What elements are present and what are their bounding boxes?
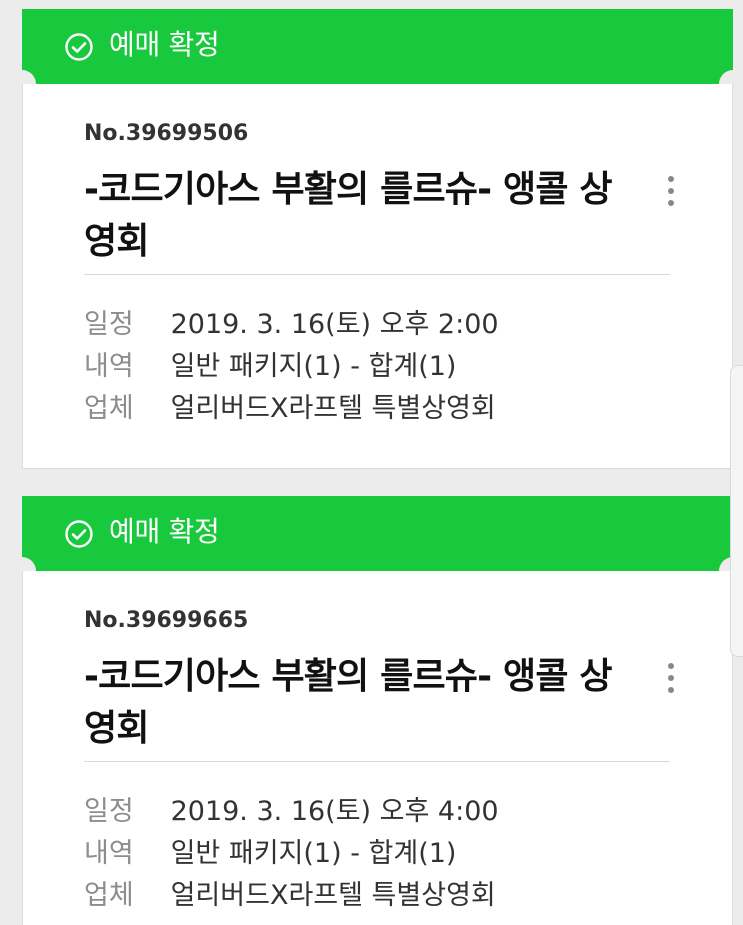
vendor-value: 얼리버드X라프텔 특별상영회 xyxy=(170,880,496,911)
details-label: 내역 xyxy=(84,351,134,382)
reservation-card[interactable]: 예매 확정 No.39699665 -코드기아스 부활의 를르슈- 앵콜 상영회… xyxy=(8,496,743,925)
check-circle-icon xyxy=(65,33,93,61)
more-dot-3 xyxy=(668,687,674,693)
schedule-label: 일정 xyxy=(84,309,134,340)
vendor-label: 업체 xyxy=(84,393,134,424)
reservation-number: No.39699506 xyxy=(84,121,249,146)
schedule-value: 2019. 3. 16(토) 오후 2:00 xyxy=(170,309,499,340)
schedule-label: 일정 xyxy=(84,796,134,827)
title-divider xyxy=(84,761,670,762)
details-row: 내역 일반 패키지(1) - 합계(1) xyxy=(84,346,499,388)
details-row: 내역 일반 패키지(1) - 합계(1) xyxy=(84,833,499,875)
reservation-number: No.39699665 xyxy=(84,608,249,633)
more-vertical-icon[interactable] xyxy=(666,663,676,695)
schedule-row: 일정 2019. 3. 16(토) 오후 2:00 xyxy=(84,304,499,346)
vendor-row: 업체 얼리버드X라프텔 특별상영회 xyxy=(84,875,499,917)
vendor-value: 얼리버드X라프텔 특별상영회 xyxy=(170,393,496,424)
event-title: -코드기아스 부활의 를르슈- 앵콜 상영회 xyxy=(84,169,613,262)
details-value: 일반 패키지(1) - 합계(1) xyxy=(170,351,457,382)
more-dot-1 xyxy=(668,663,674,669)
more-vertical-icon[interactable] xyxy=(666,176,676,208)
reservation-status-label: 예매 확정 xyxy=(109,515,220,548)
reservation-info-list: 일정 2019. 3. 16(토) 오후 2:00 내역 일반 패키지(1) -… xyxy=(84,304,499,430)
details-value: 일반 패키지(1) - 합계(1) xyxy=(170,838,457,869)
title-divider xyxy=(84,274,670,275)
check-circle-icon xyxy=(65,520,93,548)
reservation-status-label: 예매 확정 xyxy=(109,28,220,61)
reservation-status-header: 예매 확정 xyxy=(8,9,743,98)
vendor-label: 업체 xyxy=(84,880,134,911)
schedule-row: 일정 2019. 3. 16(토) 오후 4:00 xyxy=(84,791,499,833)
schedule-value: 2019. 3. 16(토) 오후 4:00 xyxy=(170,796,499,827)
details-label: 내역 xyxy=(84,838,134,869)
more-dot-1 xyxy=(668,176,674,182)
reservation-info-list: 일정 2019. 3. 16(토) 오후 4:00 내역 일반 패키지(1) -… xyxy=(84,791,499,917)
reservation-status-header: 예매 확정 xyxy=(8,496,743,585)
more-dot-3 xyxy=(668,200,674,206)
more-dot-2 xyxy=(668,188,674,194)
reservation-card[interactable]: 예매 확정 No.39699506 -코드기아스 부활의 를르슈- 앵콜 상영회… xyxy=(8,9,743,469)
more-dot-2 xyxy=(668,675,674,681)
reservation-details: No.39699506 -코드기아스 부활의 를르슈- 앵콜 상영회 일정 20… xyxy=(22,84,733,469)
scroll-edge-handle[interactable] xyxy=(730,365,743,657)
vendor-row: 업체 얼리버드X라프텔 특별상영회 xyxy=(84,388,499,430)
reservation-details: No.39699665 -코드기아스 부활의 를르슈- 앵콜 상영회 일정 20… xyxy=(22,571,733,925)
event-title: -코드기아스 부활의 를르슈- 앵콜 상영회 xyxy=(84,656,613,749)
